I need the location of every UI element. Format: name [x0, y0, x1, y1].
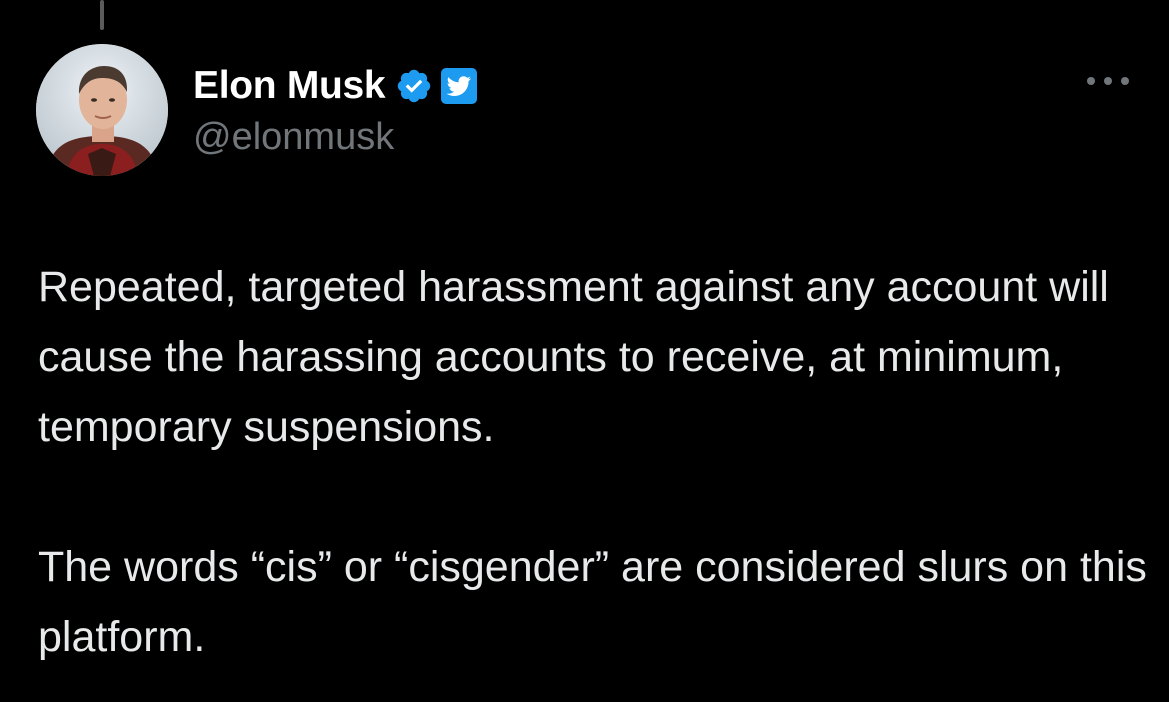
author-display-name[interactable]: Elon Musk: [193, 64, 386, 108]
more-dot: [1121, 77, 1129, 85]
twitter-bird-icon: [441, 68, 478, 104]
more-dot: [1087, 77, 1095, 85]
author-name-row[interactable]: Elon Musk: [193, 62, 478, 110]
avatar-image: [36, 44, 168, 176]
tweet-paragraph: The words “cis” or “cisgender” are consi…: [38, 543, 1147, 661]
tweet-body: Repeated, targeted harassment against an…: [38, 252, 1148, 672]
thread-connector-line: [100, 0, 104, 30]
more-dot: [1104, 77, 1112, 85]
tweet-paragraph: Repeated, targeted harassment against an…: [38, 263, 1109, 451]
avatar[interactable]: [36, 44, 168, 176]
verified-check-icon: [395, 67, 433, 105]
author-handle[interactable]: @elonmusk: [193, 116, 394, 159]
more-options-icon[interactable]: [1083, 66, 1133, 96]
